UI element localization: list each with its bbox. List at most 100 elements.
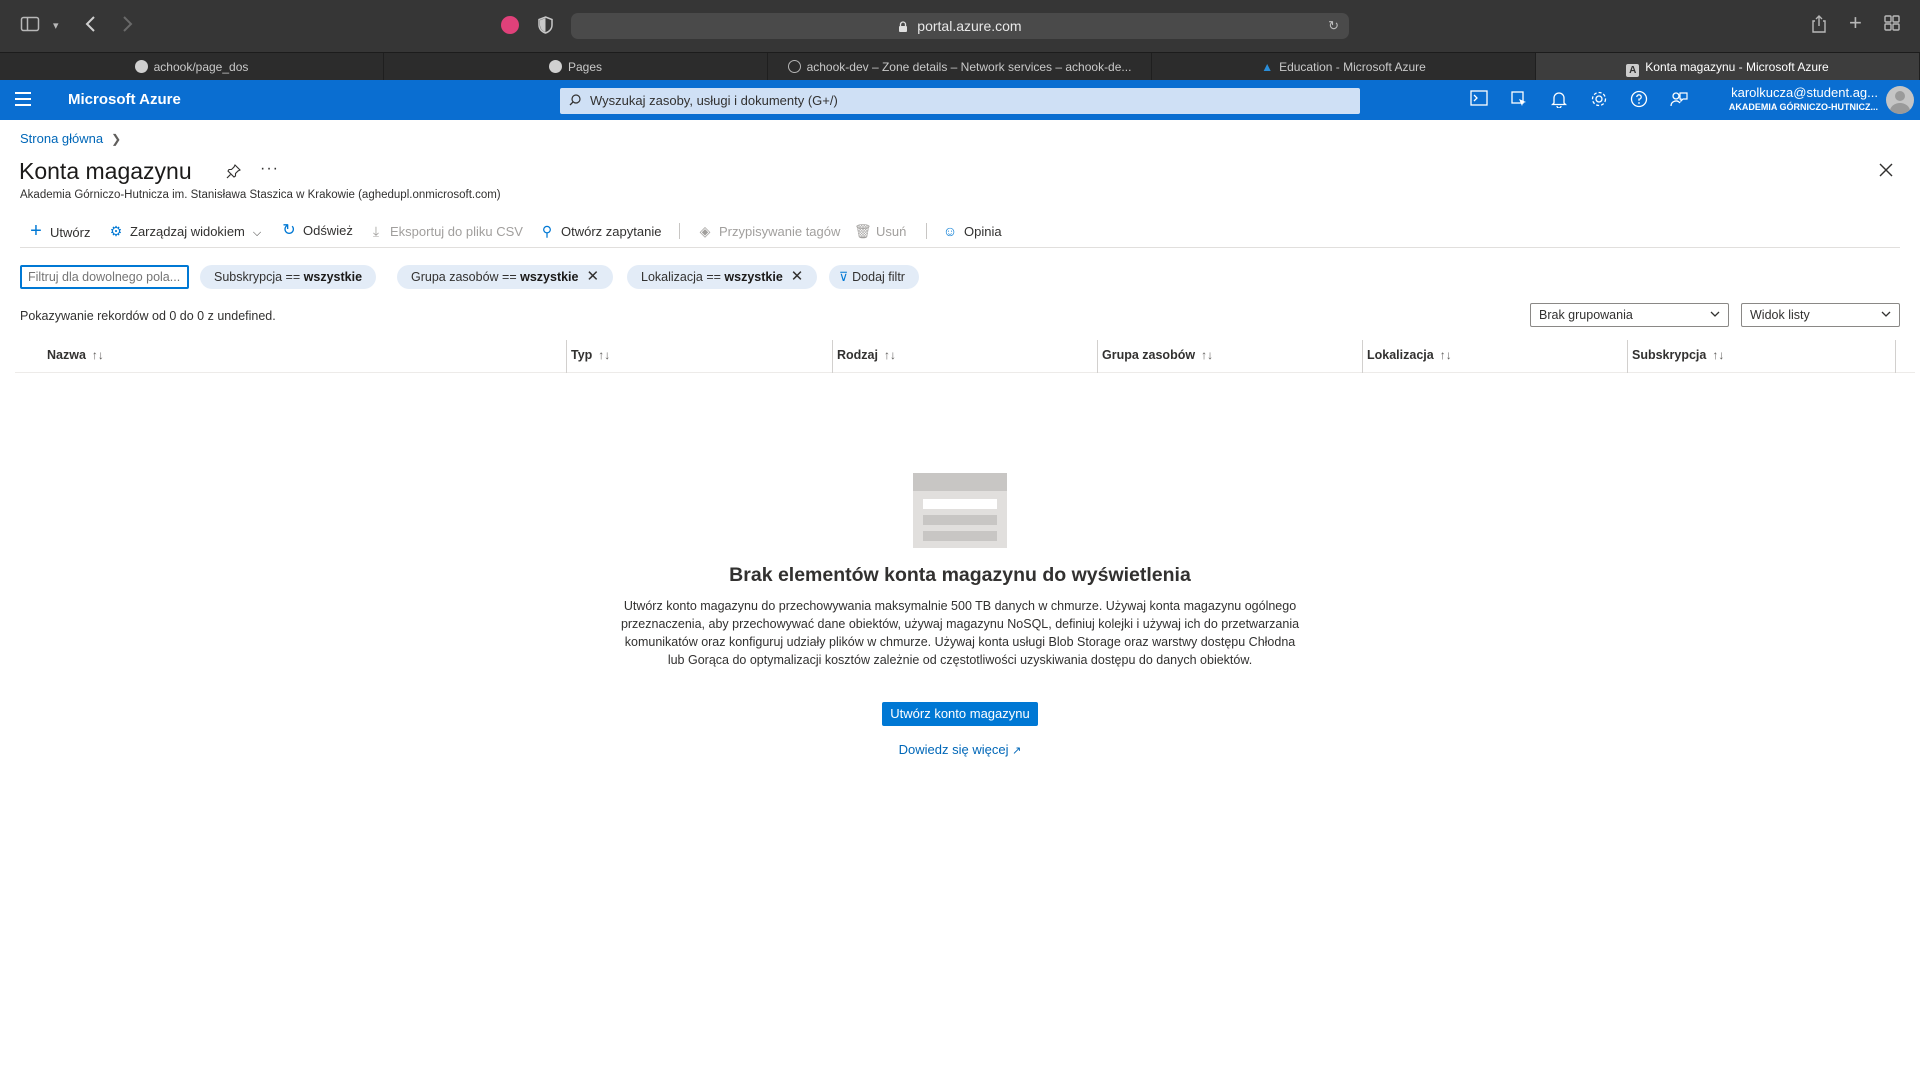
location-filter-pill[interactable]: Lokalizacja == wszystkie ✕ (627, 265, 818, 289)
azure-top-bar: Microsoft Azure Wyszukaj zasoby, usługi … (0, 80, 1920, 120)
sort-icon[interactable]: ↑↓ (598, 348, 610, 362)
filter-input[interactable] (20, 265, 189, 289)
remove-filter-icon[interactable]: ✕ (791, 268, 804, 285)
download-icon: ⤓ (372, 223, 380, 239)
column-divider[interactable] (1097, 340, 1098, 373)
adblock-extension-icon[interactable] (501, 16, 519, 34)
command-separator (679, 223, 680, 239)
subscription-filter-label: Subskrypcja == (214, 270, 301, 284)
reload-icon[interactable]: ↻ (1328, 13, 1339, 39)
search-icon (569, 94, 581, 106)
column-header-location[interactable]: Lokalizacja ↑↓ (1367, 340, 1452, 373)
breadcrumb: Strona główna ❯ (20, 131, 121, 146)
chevron-down-icon (1710, 311, 1720, 317)
avatar[interactable] (1886, 86, 1914, 114)
feedback-label: Opinia (964, 224, 1002, 239)
learn-more-label: Dowiedz się więcej (898, 742, 1009, 757)
location-filter-value: wszystkie (724, 270, 783, 284)
help-icon[interactable] (1629, 90, 1649, 110)
share-icon[interactable] (1810, 14, 1828, 40)
column-divider[interactable] (1362, 340, 1363, 373)
resource-group-filter-label: Grupa zasobów == (411, 270, 517, 284)
address-bar[interactable]: portal.azure.com ↻ (571, 13, 1349, 39)
add-filter-icon: ⊽ (839, 270, 849, 284)
view-value: Widok listy (1750, 308, 1810, 322)
manage-view-button[interactable]: ⚙ Zarządzaj widokiem ⌵ (108, 220, 262, 242)
grid-header: Nazwa ↑↓ Typ ↑↓ Rodzaj ↑↓ Grupa zasobów ↑↓ L… (15, 340, 1915, 373)
browser-toolbar: ▾ portal.azure.com ↻ + (0, 0, 1920, 52)
sort-icon[interactable]: ↑↓ (1712, 348, 1724, 362)
new-tab-icon[interactable]: + (1849, 11, 1862, 35)
bell-icon[interactable] (1549, 90, 1569, 110)
open-query-button[interactable]: ⚲ Otwórz zapytanie (539, 220, 662, 242)
feedback-icon: ☺ (942, 223, 958, 239)
refresh-button[interactable]: ↻ Odśwież (281, 220, 353, 242)
command-bar: + Utwórz ⚙ Zarządzaj widokiem ⌵ ↻ Odśwież ⤓ E… (20, 220, 1900, 248)
create-button[interactable]: + Utwórz (28, 220, 90, 242)
browser-tab[interactable]: ▲ Education - Microsoft Azure (1152, 53, 1536, 81)
close-icon[interactable] (1878, 162, 1894, 178)
gear-icon[interactable] (1589, 90, 1609, 110)
assign-tags-label: Przypisywanie tagów (719, 224, 841, 239)
tab-group-chevron-icon[interactable]: ▾ (53, 14, 59, 38)
column-header-kind[interactable]: Rodzaj ↑↓ (837, 340, 896, 373)
column-header-type[interactable]: Typ ↑↓ (571, 340, 610, 373)
column-header-subscription[interactable]: Subskrypcja ↑↓ (1632, 340, 1724, 373)
grouping-dropdown[interactable]: Brak grupowania (1530, 303, 1729, 327)
refresh-icon: ↻ (282, 222, 296, 239)
feedback-button[interactable]: ☺ Opinia (942, 220, 1002, 242)
column-header-resource-group[interactable]: Grupa zasobów ↑↓ (1102, 340, 1213, 373)
global-search-input[interactable]: Wyszukaj zasoby, usługi i dokumenty (G+/… (560, 88, 1360, 114)
browser-tab[interactable]: achook-dev – Zone details – Network serv… (768, 53, 1152, 81)
github-icon (548, 60, 562, 73)
open-query-label: Otwórz zapytanie (561, 224, 662, 239)
forward-icon[interactable] (120, 14, 134, 40)
browser-tab-active[interactable]: A Konta magazynu - Microsoft Azure (1536, 53, 1920, 81)
more-options-icon[interactable]: ··· (260, 160, 279, 178)
pin-icon[interactable] (226, 164, 241, 183)
privacy-shield-icon[interactable] (538, 16, 553, 34)
tag-icon: ◈ (699, 223, 711, 239)
sort-icon[interactable]: ↑↓ (1201, 348, 1213, 362)
user-org: AKADEMIA GÓRNICZO-HUTNICZ... (1728, 102, 1878, 112)
column-header-name[interactable]: Nazwa ↑↓ (47, 340, 104, 373)
breadcrumb-home-link[interactable]: Strona główna (20, 131, 103, 146)
globe-icon (787, 60, 801, 73)
browser-tab[interactable]: Pages (384, 53, 768, 81)
column-divider[interactable] (566, 340, 567, 373)
back-icon[interactable] (84, 14, 98, 40)
account-menu[interactable]: karolkucza@student.ag... AKADEMIA GÓRNIC… (1729, 85, 1878, 114)
resource-group-filter-pill[interactable]: Grupa zasobów == wszystkie ✕ (397, 265, 614, 289)
command-separator (926, 223, 927, 239)
external-link-icon: ↗ (1012, 745, 1022, 757)
tab-overview-icon[interactable] (1883, 14, 1901, 38)
view-dropdown[interactable]: Widok listy (1741, 303, 1900, 327)
chevron-down-icon: ⌵ (252, 227, 262, 239)
refresh-label: Odśwież (303, 223, 353, 238)
brand-name[interactable]: Microsoft Azure (68, 80, 181, 120)
assign-tags-button[interactable]: ◈ Przypisywanie tagów (697, 220, 841, 242)
tab-label: achook-dev – Zone details – Network serv… (806, 60, 1132, 74)
menu-icon[interactable] (15, 92, 31, 106)
create-storage-account-button[interactable]: Utwórz konto magazynu (882, 702, 1038, 726)
column-divider[interactable] (1895, 340, 1896, 373)
tab-label: Konta magazynu - Microsoft Azure (1645, 60, 1829, 74)
learn-more-link[interactable]: Dowiedz się więcej ↗ (560, 742, 1360, 757)
remove-filter-icon[interactable]: ✕ (586, 268, 599, 285)
add-filter-button[interactable]: ⊽ Dodaj filtr (829, 265, 919, 289)
delete-button[interactable]: 🗑 Usuń (854, 220, 906, 242)
records-count: Pokazywanie rekordów od 0 do 0 z undefin… (20, 309, 276, 323)
column-divider[interactable] (1627, 340, 1628, 373)
sidebar-toggle-icon[interactable] (20, 14, 40, 40)
directory-filter-icon[interactable] (1509, 90, 1529, 110)
plus-icon: + (30, 220, 42, 242)
subscription-filter-pill[interactable]: Subskrypcja == wszystkie (200, 265, 377, 289)
column-divider[interactable] (832, 340, 833, 373)
sort-icon[interactable]: ↑↓ (1440, 348, 1452, 362)
export-csv-button[interactable]: ⤓ Eksportuj do pliku CSV (368, 220, 523, 242)
sort-icon[interactable]: ↑↓ (92, 348, 104, 362)
browser-tab[interactable]: achook/page_dos (0, 53, 384, 81)
feedback-icon[interactable] (1669, 90, 1689, 110)
cloud-shell-icon[interactable] (1469, 90, 1489, 110)
sort-icon[interactable]: ↑↓ (884, 348, 896, 362)
